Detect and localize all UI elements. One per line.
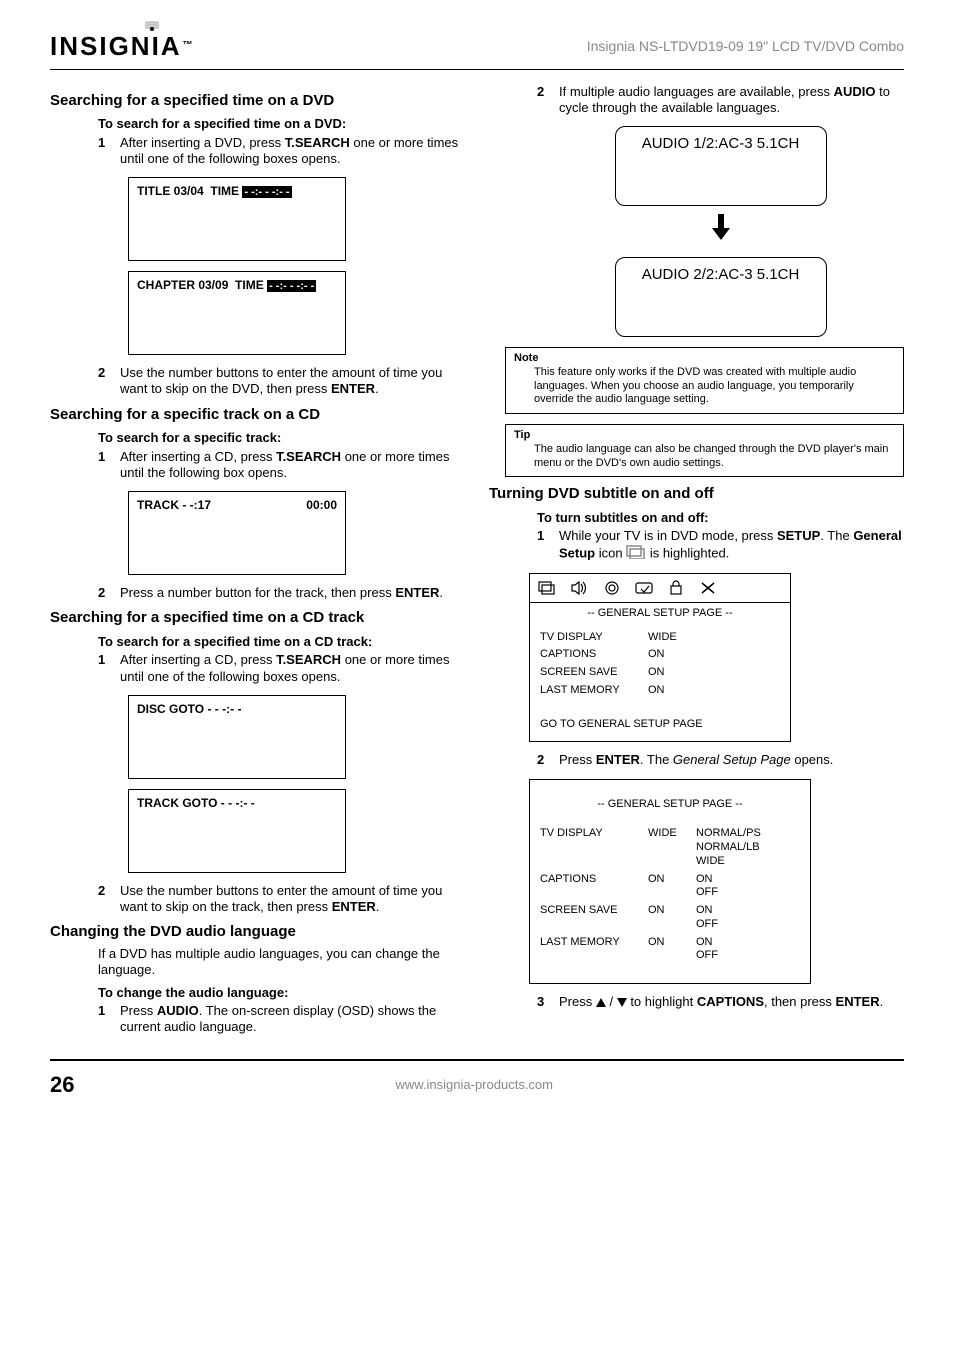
- brand-logo: INSIGNIA™: [50, 30, 195, 63]
- section-heading: Searching for a specific track on a CD: [50, 406, 465, 425]
- dolby-icon: [602, 580, 622, 600]
- general-setup-icon: [626, 545, 646, 563]
- setup-row: CAPTIONSON: [540, 646, 780, 664]
- step-number: 1: [98, 1003, 112, 1036]
- setup-row: TV DISPLAYWIDENORMAL/PSNORMAL/LBWIDE: [540, 825, 800, 870]
- osd-title-time-box: TITLE 03/04 TIME - -:- - -:- -: [128, 177, 346, 261]
- setup-icon-row: [530, 574, 790, 603]
- step-number: 2: [98, 883, 112, 916]
- step-number: 1: [98, 652, 112, 685]
- step-text: After inserting a CD, press T.SEARCH one…: [120, 449, 465, 482]
- procedure-heading: To change the audio language:: [98, 985, 465, 1001]
- intro-text: If a DVD has multiple audio languages, y…: [98, 946, 465, 979]
- step-item: 2 Use the number buttons to enter the am…: [98, 883, 465, 916]
- setup-row: LAST MEMORYON: [540, 682, 780, 700]
- section-heading: Changing the DVD audio language: [50, 923, 465, 942]
- step-item: 2 Press ENTER. The General Setup Page op…: [537, 752, 904, 768]
- procedure-heading: To turn subtitles on and off:: [537, 510, 904, 526]
- general-setup-screen-2: -- GENERAL SETUP PAGE -- TV DISPLAYWIDEN…: [529, 779, 811, 985]
- osd-track-goto-box: TRACK GOTO - - -:- -: [128, 789, 346, 873]
- tip-text: The audio language can also be changed t…: [514, 443, 895, 471]
- step-text: After inserting a CD, press T.SEARCH one…: [120, 652, 465, 685]
- step-item: 1 After inserting a CD, press T.SEARCH o…: [98, 652, 465, 685]
- step-item: 1 Press AUDIO. The on-screen display (OS…: [98, 1003, 465, 1036]
- step-item: 2 Use the number buttons to enter the am…: [98, 365, 465, 398]
- step-number: 3: [537, 994, 551, 1010]
- tip-label: Tip: [514, 429, 895, 443]
- note-text: This feature only works if the DVD was c…: [514, 366, 895, 407]
- note-box: Note This feature only works if the DVD …: [505, 347, 904, 414]
- step-item: 3 Press / to highlight CAPTIONS, then pr…: [537, 994, 904, 1010]
- step-text: Use the number buttons to enter the amou…: [120, 365, 465, 398]
- step-number: 1: [537, 528, 551, 563]
- osd-audio-box-2: AUDIO 2/2:AC-3 5.1CH: [615, 257, 827, 337]
- footer-url: www.insignia-products.com: [74, 1077, 874, 1093]
- setup-row: SCREEN SAVEONONOFF: [540, 902, 800, 934]
- right-column: 2 If multiple audio languages are availa…: [489, 84, 904, 1040]
- step-number: 2: [98, 365, 112, 398]
- down-arrow-icon: [617, 998, 627, 1007]
- procedure-heading: To search for a specified time on a CD t…: [98, 634, 465, 650]
- step-number: 2: [98, 585, 112, 601]
- step-item: 1 While your TV is in DVD mode, press SE…: [537, 528, 904, 563]
- setup-row: LAST MEMORYONONOFF: [540, 934, 800, 966]
- step-text: If multiple audio languages are availabl…: [559, 84, 904, 117]
- step-text: Use the number buttons to enter the amou…: [120, 883, 465, 916]
- osd-chapter-time-box: CHAPTER 03/09 TIME - -:- - -:- -: [128, 271, 346, 355]
- section-heading: Turning DVD subtitle on and off: [489, 485, 904, 504]
- setup-page-title: -- GENERAL SETUP PAGE --: [540, 794, 800, 816]
- step-text: Press ENTER. The General Setup Page open…: [559, 752, 904, 768]
- speaker-icon: [570, 580, 590, 600]
- step-number: 2: [537, 84, 551, 117]
- page-number: 26: [50, 1071, 74, 1099]
- logo-text: INSIGNIA: [50, 30, 182, 63]
- step-number: 1: [98, 135, 112, 168]
- time-placeholder-icon: - - -:- -: [221, 796, 255, 810]
- osd-disc-goto-box: DISC GOTO - - -:- -: [128, 695, 346, 779]
- procedure-heading: To search for a specific track:: [98, 430, 465, 446]
- step-text: Press / to highlight CAPTIONS, then pres…: [559, 994, 904, 1010]
- step-number: 1: [98, 449, 112, 482]
- setup-footer-text: GO TO GENERAL SETUP PAGE: [530, 708, 790, 742]
- step-item: 2 If multiple audio languages are availa…: [537, 84, 904, 117]
- page-header: INSIGNIA™ Insignia NS-LTDVD19-09 19" LCD…: [50, 30, 904, 70]
- step-text: Press a number button for the track, the…: [120, 585, 465, 601]
- up-arrow-icon: [596, 998, 606, 1007]
- setup-page-title: -- GENERAL SETUP PAGE --: [530, 603, 790, 625]
- time-placeholder-icon: - -:- - -:- -: [267, 280, 316, 292]
- logo-dot-icon: [150, 27, 154, 31]
- exit-icon: [698, 580, 718, 600]
- osd-track-box: TRACK - -:17 00:00: [128, 491, 346, 575]
- document-title: Insignia NS-LTDVD19-09 19" LCD TV/DVD Co…: [587, 38, 904, 56]
- note-label: Note: [514, 352, 895, 366]
- setup-row: SCREEN SAVEON: [540, 664, 780, 682]
- section-heading: Searching for a specified time on a DVD: [50, 92, 465, 111]
- section-heading: Searching for a specified time on a CD t…: [50, 609, 465, 628]
- tip-box: Tip The audio language can also be chang…: [505, 424, 904, 477]
- video-icon: [634, 580, 654, 600]
- step-text: After inserting a DVD, press T.SEARCH on…: [120, 135, 465, 168]
- step-item: 1 After inserting a CD, press T.SEARCH o…: [98, 449, 465, 482]
- down-arrow-icon: [537, 212, 904, 247]
- step-item: 2 Press a number button for the track, t…: [98, 585, 465, 601]
- time-placeholder-icon: - -:- - -:- -: [242, 186, 291, 198]
- step-text: Press AUDIO. The on-screen display (OSD)…: [120, 1003, 465, 1036]
- step-item: 1 After inserting a DVD, press T.SEARCH …: [98, 135, 465, 168]
- procedure-heading: To search for a specified time on a DVD:: [98, 116, 465, 132]
- step-text: While your TV is in DVD mode, press SETU…: [559, 528, 904, 563]
- osd-audio-box-1: AUDIO 1/2:AC-3 5.1CH: [615, 126, 827, 206]
- setup-row: TV DISPLAYWIDE: [540, 629, 780, 647]
- left-column: Searching for a specified time on a DVD …: [50, 84, 465, 1040]
- number-placeholder-icon: - -: [182, 498, 193, 512]
- general-setup-screen-1: -- GENERAL SETUP PAGE -- TV DISPLAYWIDEC…: [529, 573, 791, 743]
- general-icon: [538, 580, 558, 600]
- page-footer: 26 www.insignia-products.com: [50, 1059, 904, 1099]
- preference-icon: [666, 580, 686, 600]
- setup-row: CAPTIONSONONOFF: [540, 871, 800, 903]
- step-number: 2: [537, 752, 551, 768]
- time-placeholder-icon: - - -:- -: [207, 702, 241, 716]
